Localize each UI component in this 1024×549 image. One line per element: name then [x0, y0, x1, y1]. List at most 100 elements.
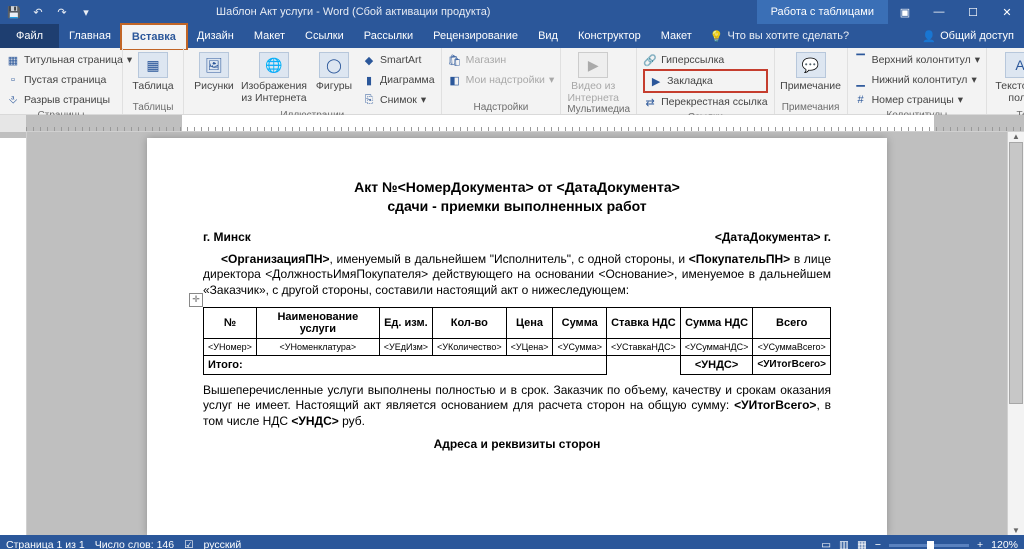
- ribbon-display-icon[interactable]: ▣: [888, 0, 922, 24]
- tab-view[interactable]: Вид: [528, 24, 568, 48]
- picture-icon: 🖼: [199, 52, 229, 78]
- cover-page-button[interactable]: ▦Титульная страница▾: [6, 50, 132, 70]
- horizontal-ruler[interactable]: [26, 115, 1024, 132]
- proofing-icon[interactable]: ☑: [184, 539, 193, 549]
- tab-mailings[interactable]: Рассылки: [354, 24, 423, 48]
- table-data-row[interactable]: <УНомер> <УНоменклатура> <УЕдИзм> <УКоли…: [204, 338, 831, 355]
- table-icon: ▦: [138, 52, 168, 78]
- redo-icon[interactable]: ↷: [52, 2, 72, 22]
- group-caption: Надстройки: [448, 102, 555, 114]
- vertical-scrollbar[interactable]: ▲ ▼: [1007, 132, 1024, 535]
- city-date-row[interactable]: г. Минск <ДатаДокумента> г.: [203, 230, 831, 244]
- tab-design[interactable]: Дизайн: [187, 24, 244, 48]
- city-label[interactable]: г. Минск: [203, 230, 251, 244]
- page[interactable]: Акт №<НомерДокумента> от <ДатаДокумента>…: [147, 138, 887, 535]
- view-read-icon[interactable]: ▭: [821, 539, 831, 549]
- group-header-footer: ▔Верхний колонтитул▾ ▁Нижний колонтитул▾…: [848, 48, 988, 114]
- blank-page-button[interactable]: ▫Пустая страница: [6, 70, 132, 90]
- page-count[interactable]: Страница 1 из 1: [6, 539, 85, 549]
- quick-access-toolbar: 💾 ↶ ↷ ▾: [0, 2, 96, 22]
- group-caption: Таблицы: [129, 102, 177, 114]
- screenshot-icon: ⎘: [362, 93, 376, 107]
- share-button[interactable]: 👤Общий доступ: [912, 30, 1024, 43]
- smartart-button[interactable]: ◆SmartArt: [362, 50, 435, 70]
- page-break-button[interactable]: ⎀Разрыв страницы: [6, 90, 132, 110]
- break-icon: ⎀: [6, 93, 20, 107]
- store-button[interactable]: 🛍Магазин: [448, 50, 555, 70]
- window-title: Шаблон Акт услуги - Word (Сбой активации…: [96, 6, 757, 18]
- textbox-icon: A: [1005, 52, 1024, 78]
- table-anchor[interactable]: № Наименование услуги Ед. изм. Кол-во Це…: [203, 307, 831, 375]
- addin-icon: ◧: [448, 73, 462, 87]
- tell-me[interactable]: 💡Что вы хотите сделать?: [710, 30, 849, 43]
- bookmark-button[interactable]: ▶Закладка: [643, 69, 767, 93]
- footer-button[interactable]: ▁Нижний колонтитул▾: [854, 70, 981, 90]
- minimize-button[interactable]: —: [922, 0, 956, 24]
- maximize-button[interactable]: ☐: [956, 0, 990, 24]
- tab-references[interactable]: Ссылки: [295, 24, 354, 48]
- zoom-slider[interactable]: [889, 544, 969, 547]
- zoom-in-button[interactable]: +: [977, 539, 983, 549]
- zoom-out-button[interactable]: −: [875, 539, 881, 549]
- undo-icon[interactable]: ↶: [28, 2, 48, 22]
- word-count[interactable]: Число слов: 146: [95, 539, 174, 549]
- screenshot-button[interactable]: ⎘Снимок▾: [362, 90, 435, 110]
- chart-button[interactable]: ▮Диаграмма: [362, 70, 435, 90]
- group-illustrations: 🖼Рисунки 🌐Изображения из Интернета ◯Фигу…: [184, 48, 442, 114]
- table-header-row[interactable]: № Наименование услуги Ед. изм. Кол-во Це…: [204, 307, 831, 338]
- view-print-icon[interactable]: ▥: [839, 539, 849, 549]
- group-tables: ▦Таблица Таблицы: [123, 48, 184, 114]
- tab-file[interactable]: Файл: [0, 24, 59, 48]
- online-video-button[interactable]: ▶Видео из Интернета: [567, 50, 619, 104]
- tab-home[interactable]: Главная: [59, 24, 121, 48]
- ribbon: ▦Титульная страница▾ ▫Пустая страница ⎀Р…: [0, 48, 1024, 115]
- text-box-button[interactable]: AТекстовое поле: [993, 50, 1024, 110]
- chart-icon: ▮: [362, 73, 376, 87]
- online-pictures-button[interactable]: 🌐Изображения из Интернета: [242, 50, 306, 110]
- bookmark-icon: ▶: [649, 74, 663, 88]
- page-icon: ▦: [6, 53, 20, 67]
- tab-review[interactable]: Рецензирование: [423, 24, 528, 48]
- tab-insert[interactable]: Вставка: [121, 24, 187, 49]
- doc-title[interactable]: Акт №<НомерДокумента> от <ДатаДокумента>…: [203, 178, 831, 216]
- qat-more-icon[interactable]: ▾: [76, 2, 96, 22]
- table-footer-row[interactable]: Итого: <УНДС> <УИтогВсего>: [204, 355, 831, 374]
- cross-reference-button[interactable]: ⇄Перекрестная ссылка: [643, 92, 767, 112]
- services-table[interactable]: № Наименование услуги Ед. изм. Кол-во Це…: [203, 307, 831, 375]
- close-button[interactable]: ✕: [990, 0, 1024, 24]
- save-icon[interactable]: 💾: [4, 2, 24, 22]
- view-web-icon[interactable]: ▦: [857, 539, 867, 549]
- group-text: AТекстовое поле ▾ ▾ ▾ Текст: [987, 48, 1024, 114]
- scrollbar-thumb[interactable]: [1009, 142, 1023, 404]
- shapes-icon: ◯: [319, 52, 349, 78]
- intro-paragraph[interactable]: <ОрганизацияПН>, именуемый в дальнейшем …: [203, 252, 831, 299]
- video-icon: ▶: [578, 52, 608, 78]
- table-button[interactable]: ▦Таблица: [129, 50, 177, 102]
- tell-me-label: Что вы хотите сделать?: [728, 30, 850, 42]
- addresses-heading[interactable]: Адреса и реквизиты сторон: [203, 437, 831, 451]
- date-label[interactable]: <ДатаДокумента> г.: [715, 230, 831, 244]
- group-addins: 🛍Магазин ◧Мои надстройки▾ Надстройки: [442, 48, 562, 114]
- vertical-ruler[interactable]: [0, 132, 27, 535]
- hyperlink-button[interactable]: 🔗Гиперссылка: [643, 50, 767, 70]
- pictures-button[interactable]: 🖼Рисунки: [190, 50, 238, 110]
- summary-paragraph[interactable]: Вышеперечисленные услуги выполнены полно…: [203, 383, 831, 430]
- group-media: ▶Видео из Интернета Мультимедиа: [561, 48, 637, 114]
- document-canvas[interactable]: Акт №<НомерДокумента> от <ДатаДокумента>…: [27, 132, 1007, 535]
- comment-button[interactable]: 💬Примечание: [781, 50, 841, 102]
- smartart-icon: ◆: [362, 53, 376, 67]
- header-button[interactable]: ▔Верхний колонтитул▾: [854, 50, 981, 70]
- page-icon: ▫: [6, 73, 20, 87]
- my-addins-button[interactable]: ◧Мои надстройки▾: [448, 70, 555, 90]
- zoom-level[interactable]: 120%: [991, 539, 1018, 549]
- shapes-button[interactable]: ◯Фигуры: [310, 50, 358, 110]
- pagenum-icon: #: [854, 93, 868, 107]
- tab-table-design[interactable]: Конструктор: [568, 24, 651, 48]
- footer-icon: ▁: [854, 73, 868, 87]
- page-number-button[interactable]: #Номер страницы▾: [854, 90, 981, 110]
- window-buttons: ▣ — ☐ ✕: [888, 0, 1024, 24]
- tab-layout[interactable]: Макет: [244, 24, 295, 48]
- language[interactable]: русский: [204, 539, 242, 549]
- tab-table-layout[interactable]: Макет: [651, 24, 702, 48]
- share-icon: 👤: [922, 30, 936, 43]
